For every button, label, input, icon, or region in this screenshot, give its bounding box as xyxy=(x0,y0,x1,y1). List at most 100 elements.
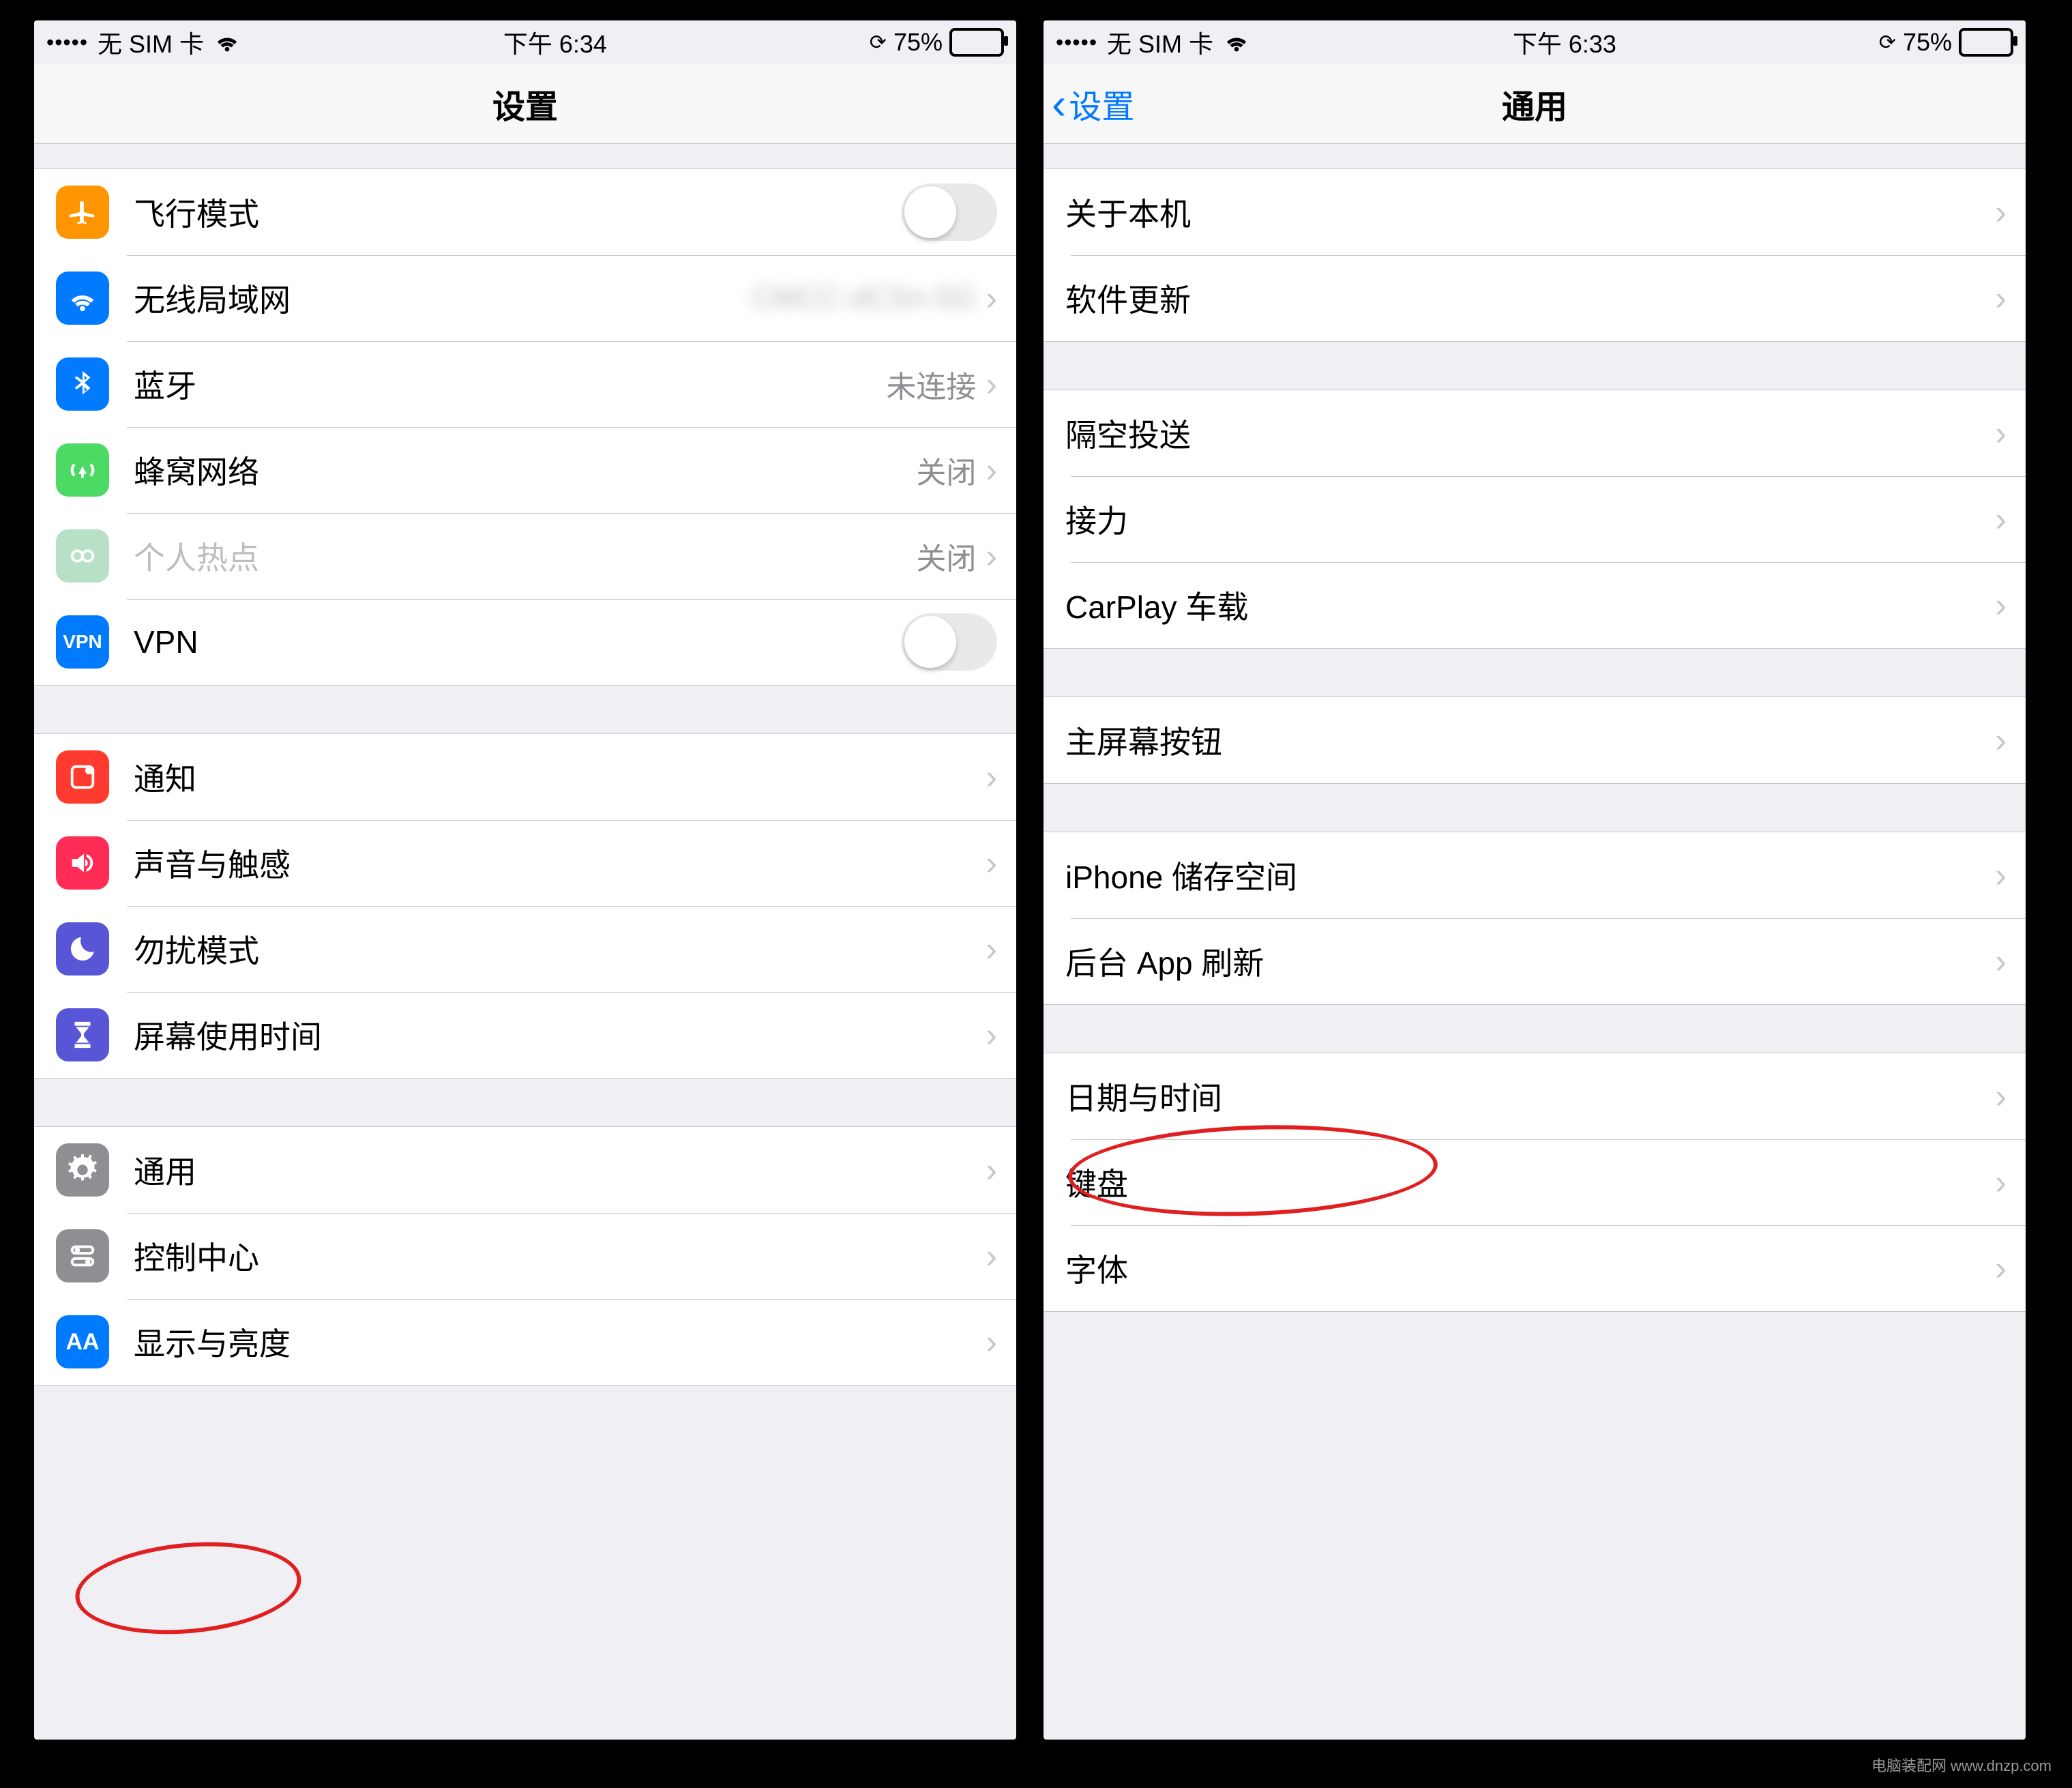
row-general[interactable]: 通用 › xyxy=(34,1127,1016,1213)
row-handoff[interactable]: 接力 › xyxy=(1044,476,2026,562)
row-display[interactable]: AA 显示与亮度 › xyxy=(34,1299,1016,1385)
group-home-button: 主屏幕按钮› xyxy=(1044,697,2026,784)
cell-value: 未连接 xyxy=(886,362,976,406)
clock-text: 下午 6:34 xyxy=(503,25,607,60)
row-background-refresh[interactable]: 后台 App 刷新 › xyxy=(1044,918,2026,1004)
chevron-right-icon: › xyxy=(1995,413,2007,453)
row-vpn[interactable]: VPNVPN xyxy=(34,599,1016,685)
cell-label: 后台 App 刷新 xyxy=(1065,939,1264,984)
status-bar: ••••• 无 SIM 卡 下午 6:34 ⟳ 75% xyxy=(34,20,1016,64)
watermark-text: 电脑装配网 www.dnzp.com xyxy=(1871,1758,2052,1774)
chevron-right-icon: › xyxy=(986,278,997,318)
row-wifi[interactable]: 无线局域网 CMCC-dCSn-5G › xyxy=(34,255,1016,341)
row-sounds[interactable]: 声音与触感 › xyxy=(34,820,1016,906)
chevron-right-icon: › xyxy=(986,1236,997,1276)
orientation-lock-icon: ⟳ xyxy=(870,31,887,55)
cell-label: 蓝牙 xyxy=(134,362,196,407)
chevron-right-icon: › xyxy=(1995,585,2007,625)
chevron-right-icon: › xyxy=(1995,278,2007,318)
row-iphone-storage[interactable]: iPhone 储存空间› xyxy=(1044,832,2026,918)
cell-label: 软件更新 xyxy=(1065,276,1191,321)
cell-label: 显示与亮度 xyxy=(134,1319,291,1364)
dnd-icon xyxy=(56,922,109,976)
row-home-button[interactable]: 主屏幕按钮› xyxy=(1044,697,2026,783)
notifications-icon xyxy=(56,750,109,804)
chevron-right-icon: › xyxy=(1995,192,2007,232)
cell-label: 无线局域网 xyxy=(134,276,291,321)
row-carplay[interactable]: CarPlay 车载› xyxy=(1044,562,2026,648)
group-airdrop: 隔空投送› 接力 › CarPlay 车载› xyxy=(1044,390,2026,649)
wifi-icon xyxy=(213,26,241,59)
display-icon: AA xyxy=(56,1315,109,1368)
row-notifications[interactable]: 通知 › xyxy=(34,734,1016,820)
row-screentime[interactable]: 屏幕使用时间› xyxy=(34,992,1016,1078)
cell-label: 飞行模式 xyxy=(134,190,259,235)
row-fonts[interactable]: 字体› xyxy=(1044,1225,2026,1311)
row-hotspot[interactable]: 个人热点关闭› xyxy=(34,513,1016,599)
battery-indicator: 75% xyxy=(893,28,1004,57)
row-airdrop[interactable]: 隔空投送› xyxy=(1044,390,2026,476)
group-notifications: 通知 › 声音与触感 › 勿扰模式 › 屏幕使用时间› xyxy=(34,733,1016,1079)
cell-label: 勿扰模式 xyxy=(134,926,259,971)
cell-value: 关闭 xyxy=(916,448,976,492)
clock-text: 下午 6:33 xyxy=(1513,25,1616,60)
chevron-right-icon: › xyxy=(986,757,997,797)
nav-bar: 设置 xyxy=(34,64,1016,144)
airplane-icon xyxy=(56,186,109,239)
cell-label: 声音与触感 xyxy=(134,840,291,885)
cell-label: 蜂窝网络 xyxy=(134,448,259,493)
control-center-icon xyxy=(56,1229,109,1283)
nav-bar: ‹设置 通用 xyxy=(1044,64,2026,144)
group-about: 关于本机› 软件更新 › xyxy=(1044,168,2026,342)
cell-label: 控制中心 xyxy=(134,1233,259,1278)
row-control-center[interactable]: 控制中心 › xyxy=(34,1213,1016,1299)
bluetooth-icon xyxy=(56,357,109,411)
cell-value: CMCC-dCSn-5G xyxy=(751,281,976,315)
chevron-right-icon: › xyxy=(986,843,997,883)
row-date-time[interactable]: 日期与时间 › xyxy=(1044,1053,2026,1139)
nav-title: 通用 xyxy=(1044,80,2026,128)
row-dnd[interactable]: 勿扰模式 › xyxy=(34,906,1016,992)
sounds-icon xyxy=(56,836,109,890)
vpn-toggle[interactable] xyxy=(902,613,997,671)
chevron-right-icon: › xyxy=(986,364,997,404)
chevron-right-icon: › xyxy=(1995,855,2007,895)
signal-dots: ••••• xyxy=(1056,30,1097,55)
chevron-right-icon: › xyxy=(986,1150,997,1190)
group-datetime: 日期与时间 › 键盘› 字体› xyxy=(1044,1053,2026,1312)
chevron-right-icon: › xyxy=(1995,1076,2007,1116)
cell-label: 日期与时间 xyxy=(1065,1074,1222,1119)
cell-label: 键盘 xyxy=(1065,1160,1128,1205)
row-keyboard[interactable]: 键盘› xyxy=(1044,1139,2026,1225)
screenshot-general: ••••• 无 SIM 卡 下午 6:33 ⟳ 75% ‹设置 通用 关于本机›… xyxy=(1044,20,2026,1740)
airplane-toggle[interactable] xyxy=(902,184,997,241)
row-about[interactable]: 关于本机› xyxy=(1044,169,2026,255)
annotation-circle xyxy=(72,1534,305,1643)
carrier-text: 无 SIM 卡 xyxy=(98,25,204,60)
cell-label: 通知 xyxy=(134,754,196,800)
cellular-icon xyxy=(56,443,109,497)
chevron-right-icon: › xyxy=(1995,941,2007,981)
orientation-lock-icon: ⟳ xyxy=(1879,31,1896,55)
wifi-icon xyxy=(56,272,109,325)
row-cellular[interactable]: 蜂窝网络 关闭› xyxy=(34,427,1016,513)
row-airplane[interactable]: 飞行模式 xyxy=(34,169,1016,255)
row-software-update[interactable]: 软件更新 › xyxy=(1044,255,2026,341)
chevron-right-icon: › xyxy=(1995,499,2007,539)
chevron-right-icon: › xyxy=(986,929,997,969)
screenshot-settings: ••••• 无 SIM 卡 下午 6:34 ⟳ 75% 设置 飞行模式 无线局域… xyxy=(34,20,1016,1740)
vpn-icon: VPN xyxy=(56,615,109,669)
hotspot-icon xyxy=(56,529,109,583)
status-bar: ••••• 无 SIM 卡 下午 6:33 ⟳ 75% xyxy=(1044,20,2026,64)
cell-label: 接力 xyxy=(1065,497,1128,542)
signal-dots: ••••• xyxy=(46,30,88,55)
carrier-text: 无 SIM 卡 xyxy=(1107,25,1213,60)
group-storage: iPhone 储存空间› 后台 App 刷新 › xyxy=(1044,832,2026,1005)
cell-label: 主屏幕按钮 xyxy=(1065,718,1222,763)
cell-label: 通用 xyxy=(134,1147,196,1192)
chevron-right-icon: › xyxy=(986,536,997,576)
row-bluetooth[interactable]: 蓝牙 未连接› xyxy=(34,341,1016,427)
chevron-right-icon: › xyxy=(986,450,997,490)
chevron-right-icon: › xyxy=(986,1322,997,1362)
cell-label: 个人热点 xyxy=(134,533,259,578)
